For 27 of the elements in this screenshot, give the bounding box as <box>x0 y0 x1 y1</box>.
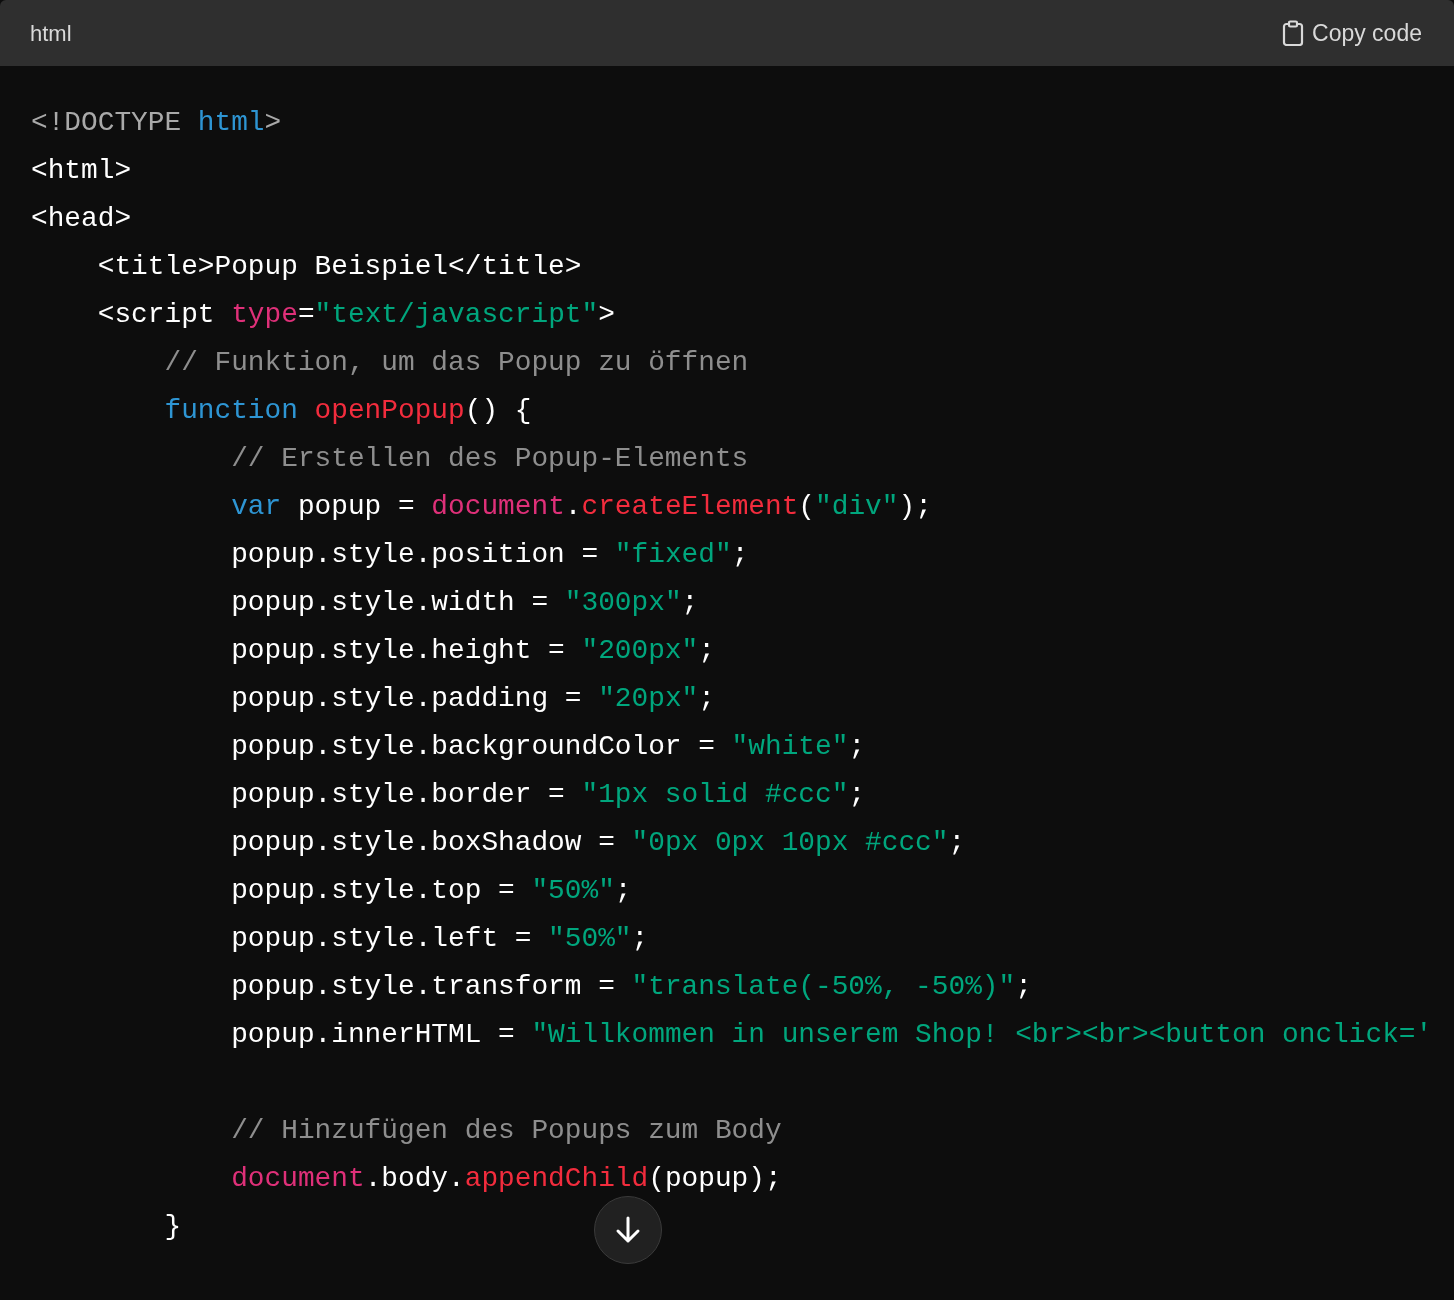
code-line: } <box>163 1210 182 1244</box>
copy-code-button[interactable]: Copy code <box>1282 15 1422 51</box>
code-line: // Funktion, um das Popup zu öffnen <box>163 346 749 380</box>
code-line: function openPopup() { <box>163 394 532 428</box>
code-line: popup.style.left = "50%"; <box>230 922 649 956</box>
code-line: popup.style.backgroundColor = "white"; <box>230 730 866 764</box>
code-line: // Hinzufügen des Popups zum Body <box>230 1114 782 1148</box>
code-line: <!DOCTYPE html> <box>31 106 282 140</box>
code-line: <html> <box>31 154 132 188</box>
code-line: popup.style.height = "200px"; <box>230 634 715 668</box>
clipboard-icon <box>1282 20 1305 46</box>
code-line: <title>Popup Beispiel</title> <box>96 250 582 284</box>
arrow-down-icon <box>615 1216 641 1244</box>
code-line: popup.innerHTML = "Willkommen in unserem Shop! <br><br><button onclick=' <box>230 1018 1433 1052</box>
code-line: popup.style.padding = "20px"; <box>230 682 715 716</box>
code-line: popup.style.top = "50%"; <box>230 874 632 908</box>
code-line: popup.style.transform = "translate(-50%, -50%)"; <box>230 970 1032 1004</box>
code-line: popup.style.width = "300px"; <box>230 586 699 620</box>
code-line: document.body.appendChild(popup); <box>230 1162 782 1196</box>
code-line: // Erstellen des Popup-Elements <box>230 442 749 476</box>
code-line: popup.style.position = "fixed"; <box>230 538 749 572</box>
code-line: <script type="text/javascript"> <box>96 298 615 332</box>
code-line: popup.style.boxShadow = "0px 0px 10px #ccc"; <box>230 826 966 860</box>
code-line: <head> <box>31 202 132 236</box>
code-line: var popup = document.createElement("div"); <box>230 490 932 524</box>
code-line: popup.style.border = "1px solid #ccc"; <box>230 778 866 812</box>
language-label: html <box>30 19 72 48</box>
